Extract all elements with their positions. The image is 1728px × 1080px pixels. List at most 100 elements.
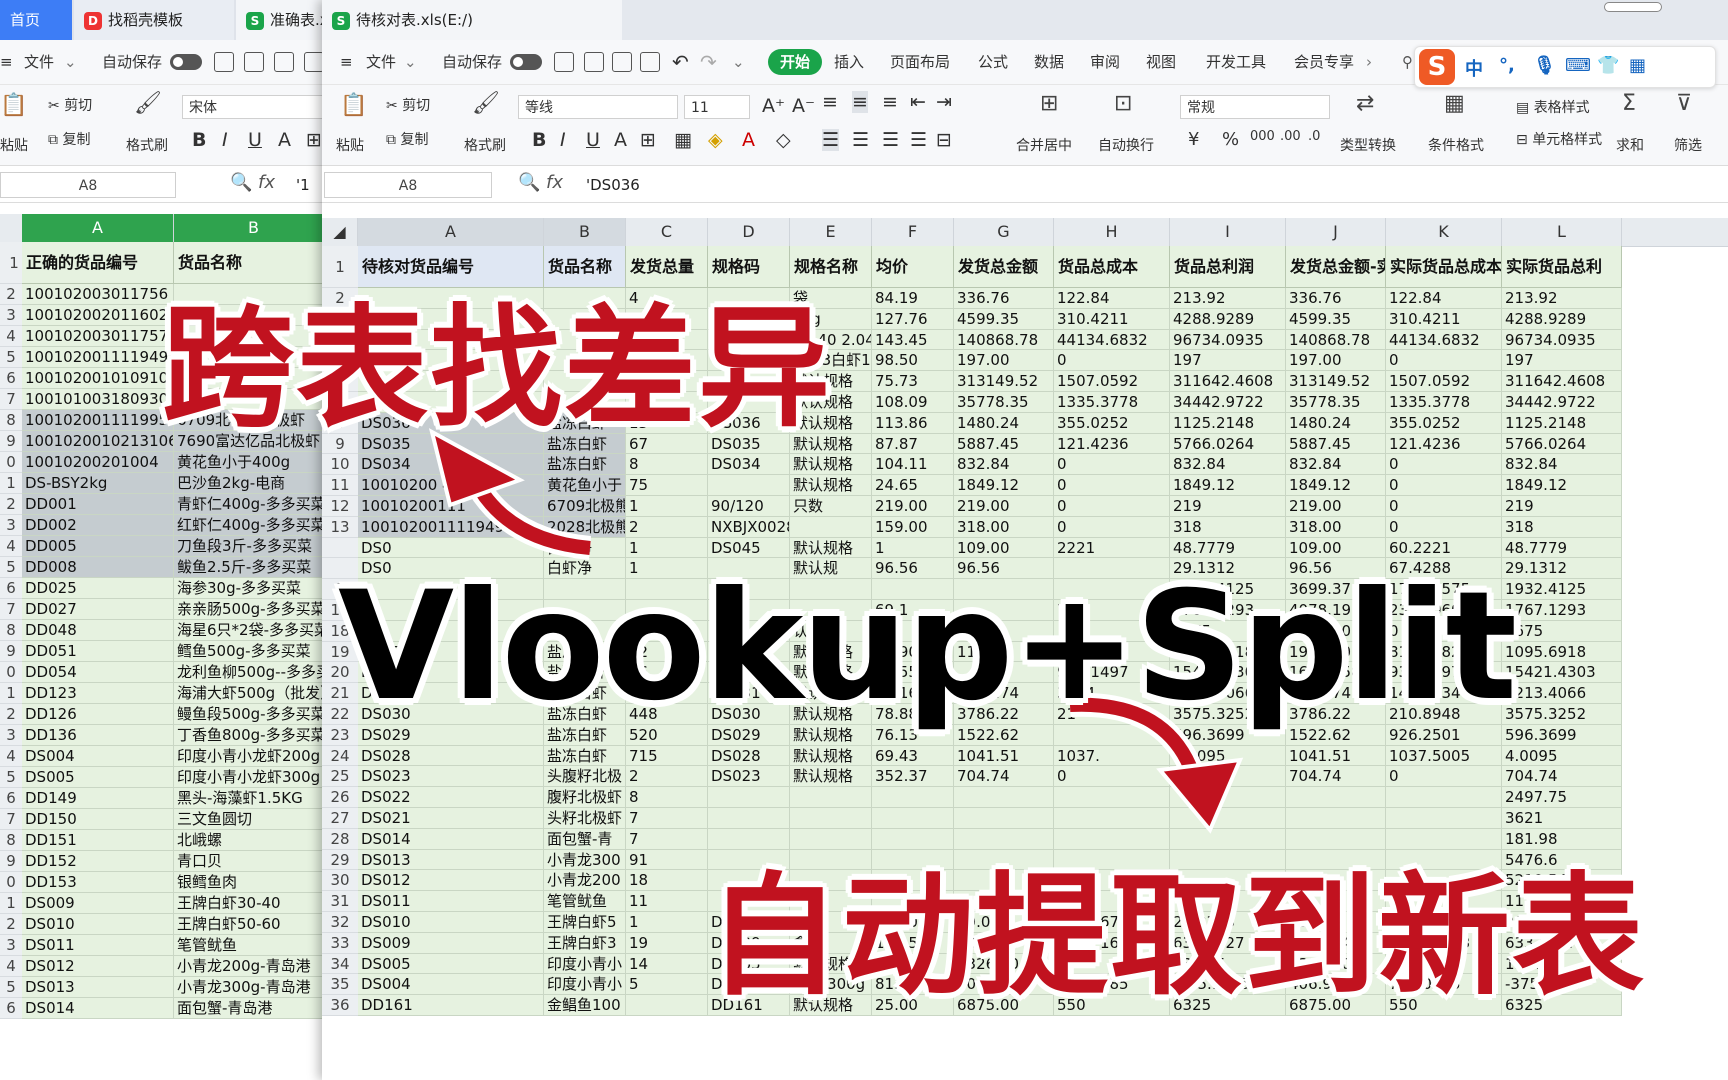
table-cell[interactable] [872, 808, 954, 829]
font-color-icon[interactable]: A [742, 129, 755, 151]
table-cell[interactable]: 1932.4125 [1502, 579, 1622, 600]
row-header[interactable]: 27 [322, 808, 358, 829]
table-cell[interactable]: 鲅鱼2.5斤-多多买菜 [174, 557, 330, 578]
table-cell[interactable]: 1125.2148 [1502, 412, 1622, 434]
table-cell[interactable]: 10010200111 [358, 496, 544, 517]
table-cell[interactable]: DS-BSY2kg [22, 473, 174, 494]
strikethrough-button[interactable]: A [278, 129, 291, 151]
table-cell[interactable]: 219.00 [954, 496, 1054, 517]
number-format-select[interactable]: 常规 [1180, 95, 1330, 119]
table-cell[interactable]: 596.3699 [1502, 724, 1622, 746]
table-cell[interactable]: 印度小青小 [544, 953, 626, 975]
table-cell[interactable]: 6709北极熊 [544, 496, 626, 517]
print-icon[interactable] [274, 52, 294, 72]
autosave-toggle[interactable] [170, 54, 202, 70]
table-cell[interactable]: 4.0095 [1502, 745, 1622, 767]
table-cell[interactable]: 90/120 [708, 496, 790, 517]
table-cell[interactable]: 盐冻白虾 [544, 454, 626, 476]
table-cell[interactable]: 8 [626, 787, 708, 808]
zoom-icon[interactable]: 🔍 [518, 172, 540, 193]
table-cell[interactable]: 盐冻白虾 [544, 745, 626, 767]
bold-button[interactable]: B [532, 129, 546, 151]
increase-font-icon[interactable]: A⁺ [762, 95, 785, 117]
table-cell[interactable]: 159.00 [872, 516, 954, 538]
underline-button[interactable]: U [248, 129, 262, 151]
table-cell[interactable]: 113.86 [872, 412, 954, 434]
table-cell[interactable]: 2028北极熊 [544, 516, 626, 538]
table-cell[interactable] [1286, 808, 1386, 829]
table-cell[interactable] [1386, 787, 1502, 808]
table-cell[interactable]: DS013 [22, 977, 174, 998]
increase-decimal-icon[interactable]: .00 [1280, 129, 1301, 144]
table-cell[interactable]: 1675 [1502, 620, 1622, 642]
table-cell[interactable]: 面包蟹-青 [544, 828, 626, 850]
table-cell[interactable]: 7 [626, 808, 708, 829]
align-top-icon[interactable]: ≡ [822, 91, 838, 113]
table-cell[interactable]: 704.74 [1286, 766, 1386, 788]
column-header-d[interactable]: D [708, 218, 790, 246]
table-cell[interactable]: 小青龙200g-青岛港 [174, 956, 330, 977]
table-cell[interactable]: 丁香鱼800g-多多买菜 [174, 725, 330, 746]
column-header-g[interactable]: G [954, 218, 1054, 246]
table-cell[interactable]: 140868.78 [1286, 329, 1386, 351]
align-center-icon[interactable]: ☰ [852, 129, 869, 151]
table-cell[interactable]: 100102001111949 [22, 347, 174, 368]
table-cell[interactable]: 310.4211 [1054, 308, 1170, 330]
table-cell[interactable]: 18 [626, 870, 708, 892]
table-cell[interactable] [790, 808, 872, 829]
row-header[interactable]: 2 [0, 704, 22, 725]
table-cell[interactable]: 腹籽北极虾 [544, 787, 626, 808]
header-cell[interactable]: 正确的货品编号 [22, 242, 174, 284]
column-header-a[interactable]: A [358, 218, 544, 246]
table-cell[interactable]: 5 [626, 974, 708, 996]
table-cell[interactable]: 1480.24 [954, 412, 1054, 434]
autosave-toggle[interactable] [510, 54, 542, 70]
table-cell[interactable]: 213.92 [1170, 288, 1286, 309]
table-cell[interactable]: DS014 [22, 998, 174, 1019]
table-cell[interactable]: 4288.9289 [1170, 308, 1286, 330]
table-cell[interactable]: 1041.51 [1286, 745, 1386, 767]
table-cell[interactable]: 龙利鱼柳500g--多多买菜 [174, 662, 330, 683]
decrease-font-icon[interactable]: A⁻ [792, 95, 815, 117]
table-cell[interactable]: 29.1312 [1502, 558, 1622, 580]
table-cell[interactable] [1170, 808, 1286, 829]
table-cell[interactable]: 1335.3778 [1386, 392, 1502, 413]
cut-button[interactable]: ✂ 剪切 [386, 95, 430, 115]
table-cell[interactable]: 巴沙鱼2kg-电商 [174, 473, 330, 494]
table-cell[interactable]: 109.00 [1286, 537, 1386, 559]
table-cell[interactable]: 刀鱼段3斤-多多买菜 [174, 536, 330, 557]
copy-button[interactable]: ⧉ 复制 [48, 129, 90, 149]
table-cell[interactable]: 1 [626, 496, 708, 517]
table-cell[interactable]: 4288.9289 [1502, 308, 1622, 330]
table-cell[interactable]: DD151 [22, 830, 174, 851]
table-cell[interactable]: 14 [626, 953, 708, 975]
table-cell[interactable]: 1041.51 [954, 745, 1054, 767]
table-cell[interactable]: 0 [1054, 496, 1170, 517]
sogou-logo-icon[interactable]: S [1419, 49, 1455, 85]
table-cell[interactable]: 金鲳鱼100 [544, 995, 626, 1016]
table-cell[interactable]: 832.84 [1170, 454, 1286, 476]
table-cell[interactable]: 121.4236 [1386, 433, 1502, 455]
chevron-down-icon[interactable]: ⌄ [404, 40, 417, 84]
menu-page-layout[interactable]: 页面布局 [890, 40, 950, 84]
table-cell[interactable]: 默认规格 [790, 745, 872, 767]
row-header[interactable]: 3 [0, 305, 22, 326]
table-cell[interactable]: 默认规格 [790, 454, 872, 476]
conditional-format-button[interactable]: 条件格式 [1428, 135, 1484, 155]
table-cell[interactable]: 48.7779 [1170, 537, 1286, 559]
table-cell[interactable]: 832.84 [954, 454, 1054, 476]
table-cell[interactable]: DD136 [22, 725, 174, 746]
table-cell[interactable]: 默认规格 [790, 475, 872, 496]
row-header[interactable]: 5 [0, 347, 22, 368]
row-header[interactable]: 3 [0, 725, 22, 746]
table-cell[interactable]: 100102001111949 [358, 516, 544, 538]
sum-icon[interactable]: Σ [1622, 91, 1636, 116]
table-cell[interactable]: 313149.52 [1286, 371, 1386, 392]
italic-button[interactable]: I [222, 129, 228, 151]
table-cell[interactable]: 5887.45 [1286, 433, 1386, 455]
table-cell[interactable]: DD051 [22, 641, 174, 662]
menu-data[interactable]: 数据 [1034, 40, 1064, 84]
keyboard-icon[interactable]: ⌨ [1565, 55, 1591, 76]
table-cell[interactable]: 笔管鱿鱼 [174, 935, 330, 956]
ime-lang-toggle[interactable]: 中 [1465, 55, 1483, 81]
